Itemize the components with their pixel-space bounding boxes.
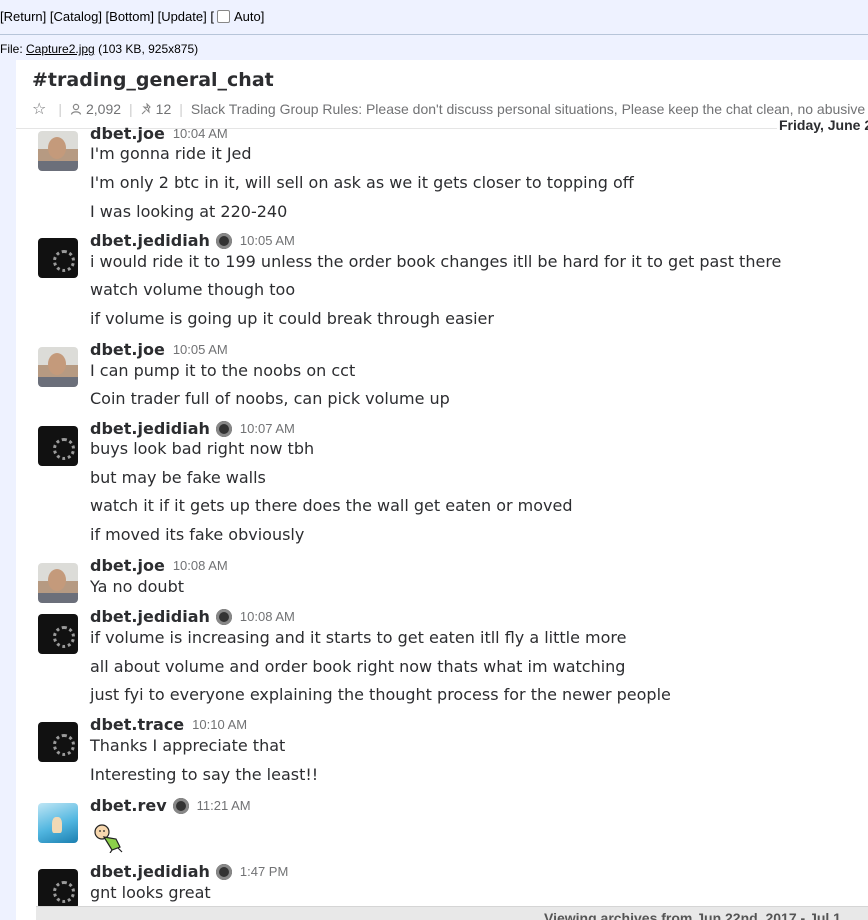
avatar[interactable]: [38, 869, 78, 909]
message-text: if volume is increasing and it starts to…: [90, 628, 627, 647]
avatar[interactable]: [38, 803, 78, 843]
channel-topic: Slack Trading Group Rules: Please don't …: [190, 101, 866, 117]
dancing-emoji-icon: [94, 824, 123, 853]
pin-icon: [141, 102, 151, 114]
avatar[interactable]: [38, 426, 78, 466]
member-count: 2,092: [85, 101, 122, 117]
channel-title: #trading_general_chat: [32, 69, 274, 91]
avatar[interactable]: [38, 614, 78, 654]
status-emoji-icon: [172, 797, 189, 814]
timestamp[interactable]: 10:10 AM: [192, 717, 247, 732]
auto-update-checkbox[interactable]: [216, 10, 230, 23]
message-text: gnt looks great: [90, 883, 211, 902]
message-header: dbet.joe 10:05 AM: [90, 340, 228, 359]
message-text: if volume is going up it could break thr…: [90, 309, 494, 328]
message-text: I can pump it to the noobs on cct: [90, 361, 356, 380]
message-text: i would ride it to 199 unless the order …: [90, 252, 782, 271]
message-text: watch volume though too: [90, 280, 296, 299]
message-text: I'm gonna ride it Jed: [90, 144, 252, 163]
file-prefix: File:: [0, 42, 23, 56]
username[interactable]: dbet.jedidiah: [90, 607, 210, 626]
timestamp[interactable]: 10:07 AM: [240, 421, 295, 436]
message-text: buys look bad right now tbh: [90, 439, 315, 458]
avatar[interactable]: [38, 238, 78, 278]
message-text: I'm only 2 btc in it, will sell on ask a…: [90, 173, 634, 192]
username[interactable]: dbet.rev: [90, 796, 167, 815]
board-nav: [Return] [Catalog] [Bottom] [Update] [Au…: [0, 0, 868, 35]
username[interactable]: dbet.joe: [90, 124, 165, 143]
return-link[interactable]: Return: [4, 9, 43, 24]
avatar[interactable]: [38, 131, 78, 171]
message-header: dbet.joe 10:08 AM: [90, 556, 228, 575]
message-header: dbet.rev 11:21 AM: [90, 796, 251, 815]
message-text: just fyi to everyone explaining the thou…: [90, 685, 671, 704]
message-header: dbet.jedidiah 10:07 AM: [90, 419, 295, 438]
message-header: dbet.joe 10:04 AM: [90, 124, 228, 143]
bottom-link[interactable]: Bottom: [109, 9, 150, 24]
file-link[interactable]: Capture2.jpg: [26, 42, 95, 56]
members-icon: [70, 103, 82, 115]
avatar[interactable]: [38, 347, 78, 387]
file-details: (103 KB, 925x875): [98, 42, 199, 56]
avatar[interactable]: [38, 563, 78, 603]
pin-count: 12: [155, 101, 172, 117]
message-text: watch it if it gets up there does the wa…: [90, 496, 573, 515]
status-emoji-icon: [215, 420, 232, 437]
message-header: dbet.jedidiah 10:08 AM: [90, 607, 295, 626]
message-text: Interesting to say the least!!: [90, 765, 319, 784]
username[interactable]: dbet.trace: [90, 715, 184, 734]
username[interactable]: dbet.joe: [90, 556, 165, 575]
timestamp[interactable]: 1:47 PM: [240, 864, 288, 879]
timestamp[interactable]: 10:08 AM: [173, 558, 228, 573]
catalog-link[interactable]: Catalog: [54, 9, 99, 24]
username[interactable]: dbet.joe: [90, 340, 165, 359]
status-emoji-icon: [215, 863, 232, 880]
avatar[interactable]: [38, 722, 78, 762]
star-icon: ☆: [32, 101, 47, 118]
timestamp[interactable]: 10:08 AM: [240, 609, 295, 624]
message-header: dbet.jedidiah 10:05 AM: [90, 231, 295, 250]
status-emoji-icon: [215, 608, 232, 625]
message-text: Ya no doubt: [90, 577, 184, 596]
channel-meta: ☆ | 2,092 | 12 | Slack Trading Group Rul…: [32, 101, 866, 118]
status-emoji-icon: [215, 232, 232, 249]
message-text: if moved its fake obviously: [90, 525, 305, 544]
message-header: dbet.trace 10:10 AM: [90, 715, 247, 734]
message-text: Coin trader full of noobs, can pick volu…: [90, 389, 450, 408]
timestamp[interactable]: 11:21 AM: [197, 798, 251, 813]
timestamp[interactable]: 10:04 AM: [173, 126, 228, 141]
message-text: all about volume and order book right no…: [90, 657, 626, 676]
posted-image[interactable]: #trading_general_chat ☆ | 2,092 | 12 | S…: [16, 60, 868, 920]
timestamp[interactable]: 10:05 AM: [240, 233, 295, 248]
message-text: but may be fake walls: [90, 468, 266, 487]
username[interactable]: dbet.jedidiah: [90, 231, 210, 250]
message-text: Thanks I appreciate that: [90, 736, 286, 755]
auto-label: Auto: [233, 9, 261, 24]
archive-bar: Viewing archives from Jun 22nd, 2017 - J…: [36, 906, 868, 920]
message-header: dbet.jedidiah 1:47 PM: [90, 862, 288, 881]
username[interactable]: dbet.jedidiah: [90, 862, 210, 881]
message-text: I was looking at 220-240: [90, 202, 288, 221]
update-link[interactable]: Update: [161, 9, 203, 24]
username[interactable]: dbet.jedidiah: [90, 419, 210, 438]
file-info: File: Capture2.jpg (103 KB, 925x875): [0, 39, 198, 59]
timestamp[interactable]: 10:05 AM: [173, 342, 228, 357]
date-divider: Friday, June 2: [777, 117, 868, 133]
